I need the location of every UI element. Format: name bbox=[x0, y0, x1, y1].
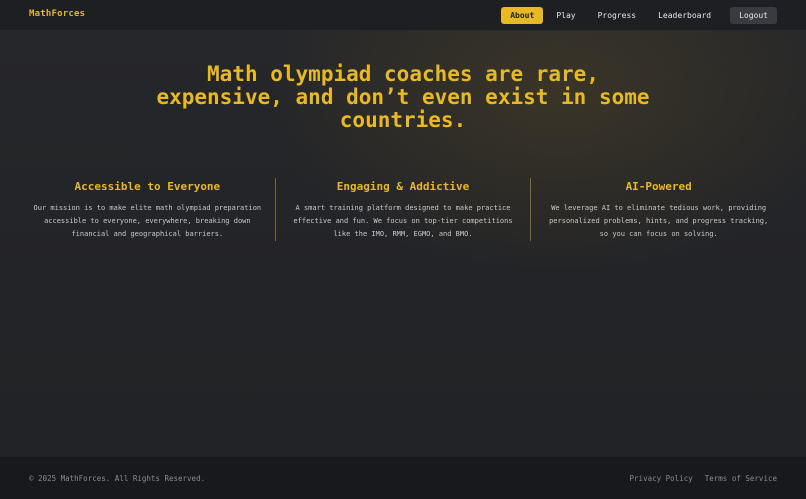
about-hero-section: Math olympiad coaches are rare, expensiv… bbox=[0, 31, 806, 457]
nav-about[interactable]: About bbox=[501, 7, 544, 24]
nav-progress[interactable]: Progress bbox=[589, 7, 646, 24]
logout-button[interactable]: Logout bbox=[730, 7, 777, 24]
feature-title: Accessible to Everyone bbox=[74, 180, 221, 193]
hero-headline: Math olympiad coaches are rare, expensiv… bbox=[156, 62, 650, 132]
feature-description: Our mission is to make elite math olympi… bbox=[33, 204, 262, 238]
feature-columns: Accessible to Everyone Our mission is to… bbox=[20, 178, 786, 241]
privacy-policy-link[interactable]: Privacy Policy bbox=[630, 474, 693, 483]
feature-accessible: Accessible to Everyone Our mission is to… bbox=[20, 178, 275, 241]
page-footer: © 2025 MathForces. All Rights Reserved. … bbox=[0, 457, 806, 499]
feature-description: A smart training platform designed to ma… bbox=[293, 204, 513, 238]
feature-ai-powered: AI-Powered We leverage AI to eliminate t… bbox=[530, 178, 786, 241]
terms-of-service-link[interactable]: Terms of Service bbox=[705, 474, 777, 483]
brand-logo[interactable]: MathForces bbox=[29, 9, 85, 19]
footer-links: Privacy Policy Terms of Service bbox=[630, 474, 777, 483]
feature-title: AI-Powered bbox=[625, 180, 692, 193]
main-nav: About Play Progress Leaderboard Logout bbox=[501, 7, 777, 24]
nav-leaderboard[interactable]: Leaderboard bbox=[649, 7, 720, 24]
feature-description: We leverage AI to eliminate tedious work… bbox=[549, 204, 769, 238]
copyright-notice: © 2025 MathForces. All Rights Reserved. bbox=[29, 474, 206, 483]
nav-play[interactable]: Play bbox=[547, 7, 584, 24]
feature-title: Engaging & Addictive bbox=[336, 180, 470, 193]
page: MathForces About Play Progress Leaderboa… bbox=[0, 0, 806, 499]
top-navbar: MathForces About Play Progress Leaderboa… bbox=[0, 0, 806, 31]
feature-engaging: Engaging & Addictive A smart training pl… bbox=[274, 178, 531, 241]
